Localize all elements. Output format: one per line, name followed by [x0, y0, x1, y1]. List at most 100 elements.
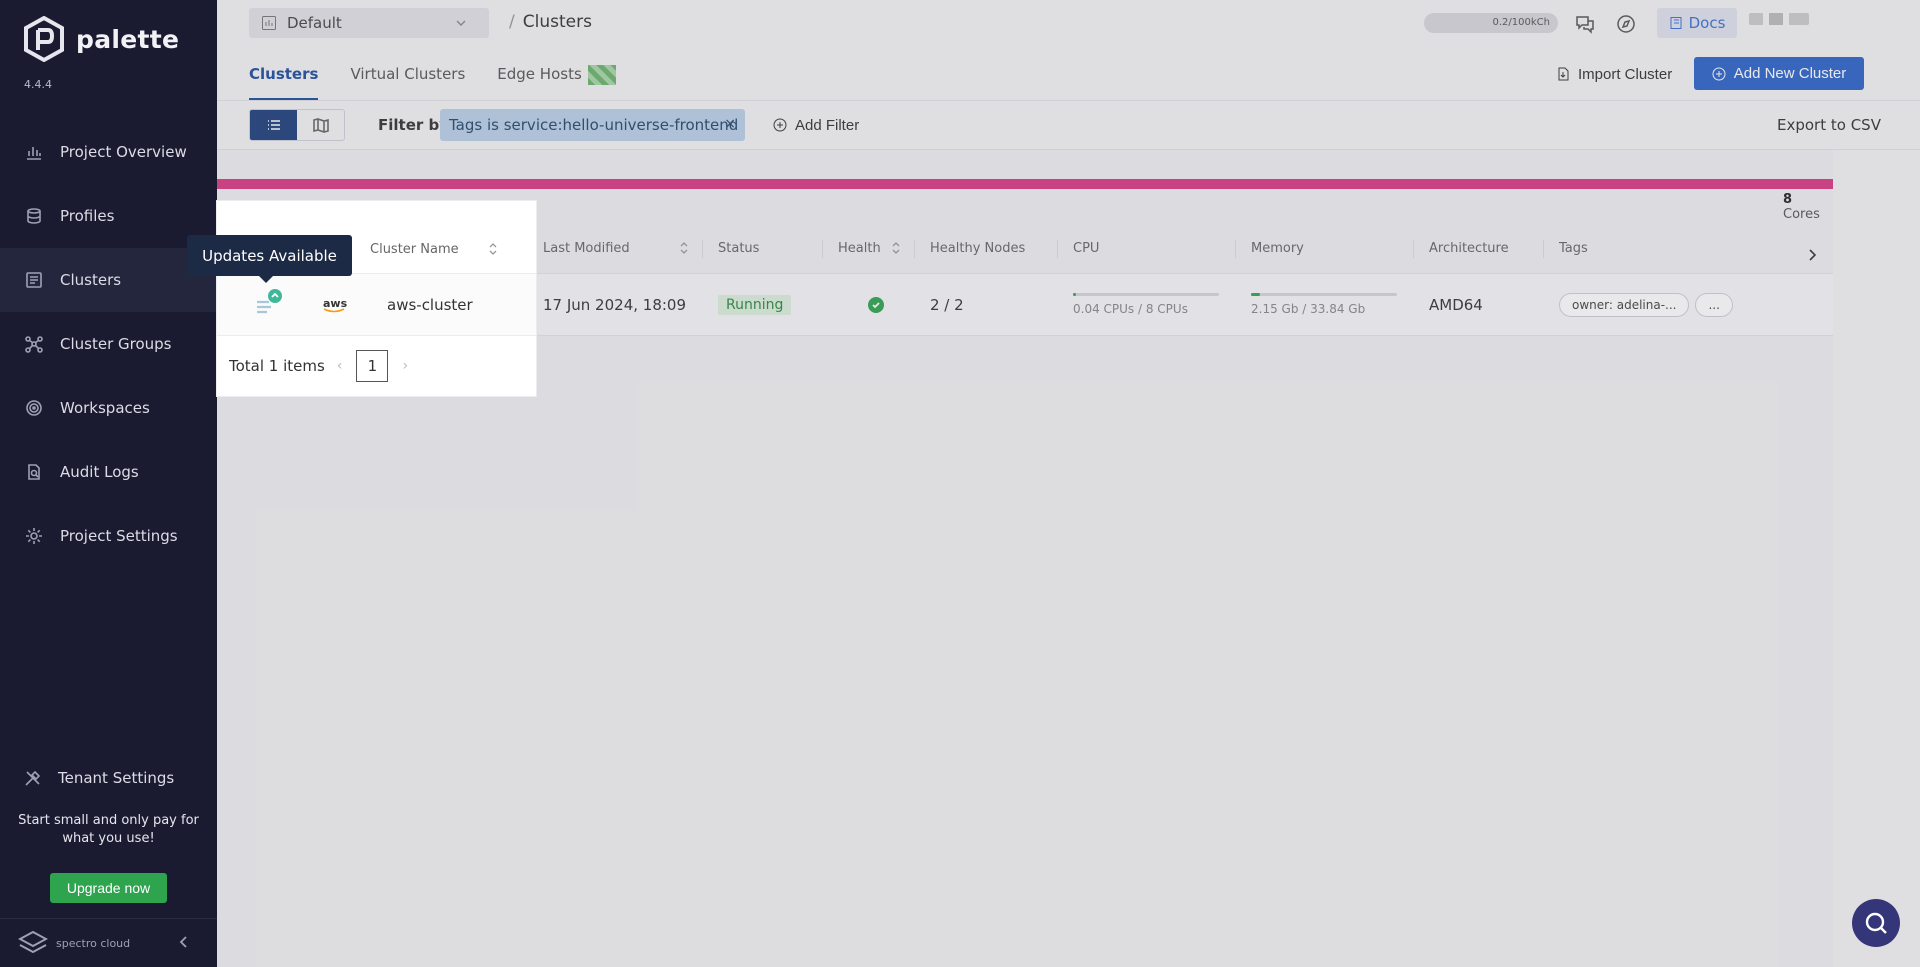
sort-icon [680, 242, 688, 254]
breadcrumb-separator: / [509, 12, 515, 32]
header-label: Status [718, 241, 760, 256]
docs-button[interactable]: Docs [1657, 8, 1737, 38]
upgrade-now-button[interactable]: Upgrade now [50, 873, 167, 903]
sidebar-item-workspaces[interactable]: Workspaces [0, 376, 217, 440]
header-label: Last Modified [543, 241, 630, 256]
updates-available-icon[interactable] [255, 288, 285, 324]
cluster-name-highlight[interactable]: aws-cluster [387, 274, 473, 336]
healthy-nodes: 2 / 2 [930, 295, 964, 314]
filter-chip-text: Tags is service:hello-universe-frontend [449, 116, 739, 134]
add-filter-button[interactable]: Add Filter [763, 109, 869, 141]
health-cell [822, 274, 914, 335]
breadcrumb: / Clusters [509, 12, 592, 32]
sidebar-item-cluster-groups[interactable]: Cluster Groups [0, 312, 217, 376]
cpu-usage: 0.04 CPUs / 8 CPUs [1073, 293, 1219, 316]
sort-icon [489, 243, 497, 255]
list-view-button[interactable] [250, 110, 297, 140]
pagination: Total 1 items ‹ 1 › [229, 336, 408, 396]
sidebar-item-label: Cluster Groups [60, 335, 172, 353]
aws-icon: aws [323, 297, 347, 314]
tab-clusters[interactable]: Clusters [249, 50, 319, 100]
project-selector[interactable]: Default [249, 8, 489, 38]
tab-edge-hosts[interactable]: Edge Hosts [497, 50, 616, 100]
help-search-button[interactable] [1852, 899, 1900, 947]
header-label: Tags [1559, 241, 1588, 256]
map-view-button[interactable] [297, 110, 344, 140]
search-icon [1865, 912, 1887, 934]
memory-progress-bar [1251, 293, 1397, 296]
sidebar-footer: spectro cloud [0, 918, 217, 967]
header-tags: Tags [1543, 224, 1791, 273]
add-new-cluster-button[interactable]: Add New Cluster [1694, 57, 1864, 90]
project-icon [262, 16, 276, 30]
sidebar-item-tenant-settings[interactable]: Tenant Settings [0, 746, 217, 810]
header-label: Cluster Name [370, 241, 459, 257]
chevron-right-icon[interactable]: › [402, 358, 408, 374]
chevron-left-icon[interactable]: ‹ [337, 358, 343, 374]
gear-icon [24, 526, 44, 546]
import-cluster-label: Import Cluster [1578, 65, 1673, 83]
header-healthy-nodes: Healthy Nodes [914, 224, 1057, 273]
sidebar: palette 4.4.4 Project Overview Profiles … [0, 0, 217, 967]
sidebar-item-audit-logs[interactable]: Audit Logs [0, 440, 217, 504]
project-name: Default [287, 14, 342, 32]
sidebar-item-label: Project Settings [60, 527, 178, 545]
close-icon[interactable]: × [724, 116, 736, 132]
export-csv-link[interactable]: Export to CSV [1777, 116, 1881, 134]
sidebar-item-project-overview[interactable]: Project Overview [0, 120, 217, 184]
tag-chip[interactable]: owner: adelina-... [1559, 292, 1690, 317]
palette-logo-icon [24, 16, 64, 62]
sidebar-item-label: Profiles [60, 207, 115, 225]
cores-value: 8 [1783, 192, 1793, 207]
compass-icon[interactable] [1615, 13, 1637, 35]
docs-label: Docs [1688, 14, 1726, 32]
header-status: Status [702, 224, 822, 273]
chat-bubbles-icon[interactable] [1574, 13, 1596, 35]
cluster-tabs: Clusters Virtual Clusters Edge Hosts [249, 50, 648, 100]
clusters-icon [24, 270, 44, 290]
cores-label: Cores [1783, 207, 1820, 222]
sidebar-item-project-settings[interactable]: Project Settings [0, 504, 217, 568]
header-health[interactable]: Health [822, 224, 914, 273]
more-tags-chip[interactable]: ... [1695, 292, 1733, 317]
header-last-modified[interactable]: Last Modified [527, 224, 702, 273]
usage-credits-bar[interactable]: 0.2/100kCh [1424, 13, 1558, 33]
tab-virtual-clusters[interactable]: Virtual Clusters [350, 50, 465, 100]
status-badge: Running [718, 294, 792, 315]
page-title: Clusters [522, 12, 592, 32]
tags-cell: owner: adelina-... ... [1543, 274, 1791, 335]
header-label: Memory [1251, 241, 1304, 256]
view-toggle [249, 109, 345, 141]
list-icon [267, 120, 280, 130]
user-menu[interactable] [1749, 13, 1809, 25]
header-cpu: CPU [1057, 224, 1235, 273]
import-cluster-button[interactable]: Import Cluster [1544, 58, 1684, 90]
target-icon [24, 398, 44, 418]
cpu-usage-text: 0.04 CPUs / 8 CPUs [1073, 302, 1188, 316]
chevron-right-icon[interactable] [1807, 224, 1819, 286]
memory-progress-fill [1251, 293, 1261, 296]
cores-usage-bar [217, 179, 1833, 189]
app-version: 4.4.4 [24, 78, 52, 91]
palette-logo[interactable]: palette [22, 16, 179, 62]
map-icon [312, 118, 329, 133]
tools-icon [25, 770, 41, 786]
memory-usage-text: 2.15 Gb / 33.84 Gb [1251, 302, 1366, 316]
sidebar-item-label: Project Overview [60, 143, 187, 161]
page-1-button[interactable]: 1 [356, 350, 389, 382]
chevron-left-icon[interactable] [177, 935, 191, 949]
sidebar-item-clusters[interactable]: Clusters [0, 248, 217, 312]
filter-chip[interactable]: Tags is service:hello-universe-frontend … [440, 109, 745, 141]
spotlight-header-cluster-name: Cluster Name [370, 224, 497, 274]
upgrade-promo-text: Start small and only pay for what you us… [18, 813, 199, 846]
chart-icon [24, 142, 44, 162]
sidebar-item-label: Workspaces [60, 399, 150, 417]
chevron-down-icon [456, 20, 466, 26]
sidebar-item-profiles[interactable]: Profiles [0, 184, 217, 248]
memory-usage: 2.15 Gb / 33.84 Gb [1251, 293, 1397, 316]
cpu-progress-bar [1073, 293, 1219, 296]
sidebar-nav: Project Overview Profiles Clusters Clust… [0, 120, 217, 568]
header-label: Health [838, 241, 881, 256]
layers-icon [24, 206, 44, 226]
top-bar: Default / Clusters 0.2/100kCh Docs [217, 0, 1920, 46]
